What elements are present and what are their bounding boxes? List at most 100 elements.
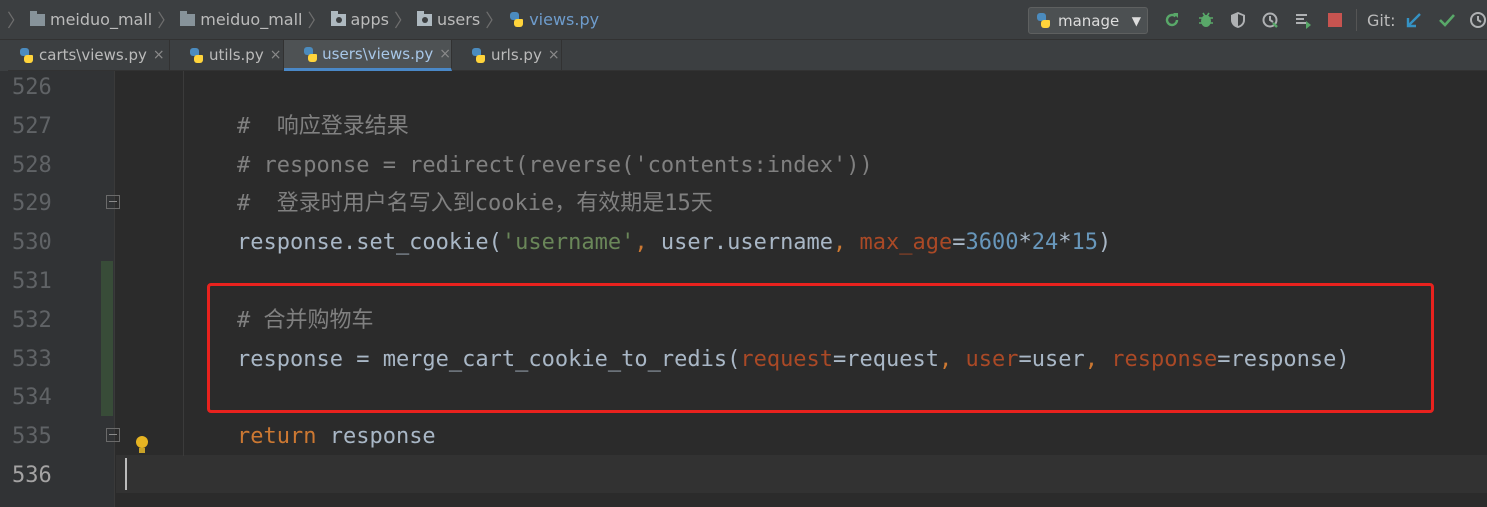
code-token: # 响应登录结果	[237, 113, 409, 139]
code-text: response.set_cookie('username', user.use…	[237, 223, 1111, 262]
concurrency-icon	[1296, 14, 1311, 29]
code-token: 3600	[965, 230, 1019, 256]
git-commit-check-icon	[1439, 14, 1455, 27]
code-line: 536	[0, 456, 1487, 495]
breadcrumb-separator: 〉	[307, 10, 326, 32]
code-text: return response	[237, 417, 436, 456]
breadcrumb-item-users[interactable]: users	[416, 10, 481, 29]
folder-icon	[180, 10, 196, 26]
code-token: max_age	[859, 230, 953, 256]
stop-button[interactable]	[1325, 10, 1345, 30]
line-number[interactable]: 530	[12, 223, 64, 262]
breadcrumb: 〉 meiduo_mall 〉 meiduo_mall 〉 apps 〉 use…	[0, 0, 599, 40]
tab-carts-views-py[interactable]: carts\views.py ×	[0, 40, 170, 70]
code-token: 'username'	[501, 230, 635, 256]
breadcrumb-label: apps	[350, 10, 389, 29]
breadcrumb-separator: 〉	[157, 10, 176, 32]
navigation-bar: 〉 meiduo_mall 〉 meiduo_mall 〉 apps 〉 use…	[0, 0, 1487, 40]
breadcrumb-label: meiduo_mall	[50, 10, 153, 29]
tab-label: users\views.py	[322, 45, 434, 63]
line-number[interactable]: 528	[12, 146, 64, 185]
folder-icon	[30, 10, 45, 26]
code-token: # response = redirect(reverse('contents:…	[237, 152, 873, 178]
breadcrumb-separator: 〉	[393, 10, 412, 32]
rerun-icon	[1165, 13, 1179, 27]
code-token: 15	[1071, 230, 1099, 256]
tab-label: carts\views.py	[39, 46, 147, 64]
breadcrumb-separator: 〉	[7, 10, 25, 32]
close-icon[interactable]: ×	[270, 47, 282, 63]
line-number[interactable]: 533	[12, 340, 64, 379]
code-text: # response = redirect(reverse('contents:…	[237, 146, 873, 185]
code-token: *	[1058, 230, 1072, 256]
breadcrumb-item-views-py[interactable]: views.py	[508, 10, 599, 29]
editor-tab-bar: carts\views.py × utils.py × users\views.…	[0, 40, 1487, 71]
code-token: *	[1018, 230, 1032, 256]
git-label: Git:	[1367, 11, 1396, 30]
run-configuration-select[interactable]: manage ▼	[1028, 7, 1148, 34]
git-update-arrow-icon	[1406, 13, 1421, 28]
code-line: 528 # response = redirect(reverse('conten…	[0, 146, 1487, 185]
profile-button[interactable]	[1260, 10, 1280, 30]
code-line: 530 response.set_cookie('username', user.…	[0, 223, 1487, 262]
debug-button[interactable]	[1196, 10, 1216, 30]
code-token: ,	[634, 230, 661, 256]
debug-bug-icon	[1199, 12, 1213, 27]
line-number[interactable]: 529	[12, 184, 64, 223]
code-token: response.set_cookie(	[237, 230, 502, 256]
coverage-shield-icon	[1231, 12, 1245, 28]
run-configuration-label: manage	[1058, 11, 1120, 30]
run-with-coverage-button[interactable]	[1228, 10, 1248, 30]
breadcrumb-label: users	[436, 10, 481, 29]
tab-urls-py[interactable]: urls.py ×	[452, 40, 562, 70]
history-clock-icon	[1470, 12, 1486, 28]
profile-icon	[1262, 12, 1278, 28]
python-file-icon	[470, 47, 486, 64]
python-file-icon	[508, 11, 524, 28]
close-icon[interactable]: ×	[153, 47, 165, 63]
toolbar-divider	[1356, 9, 1357, 31]
text-cursor	[125, 458, 127, 490]
line-number[interactable]: 531	[12, 262, 64, 301]
line-number[interactable]: 526	[12, 68, 64, 107]
line-number[interactable]: 535	[12, 417, 64, 456]
git-history-button[interactable]	[1468, 10, 1487, 30]
python-file-icon	[188, 47, 204, 64]
code-token: response	[329, 424, 436, 450]
code-line: 526	[0, 68, 1487, 107]
close-icon[interactable]: ×	[439, 46, 451, 62]
line-number[interactable]: 534	[12, 378, 64, 417]
tab-users-views-py[interactable]: users\views.py ×	[284, 40, 452, 71]
code-token: # 登录时用户名写入到cookie，有效期是15天	[237, 191, 713, 217]
rerun-button[interactable]	[1162, 10, 1182, 30]
python-file-icon	[18, 47, 34, 64]
python-icon	[1035, 12, 1053, 29]
close-icon[interactable]: ×	[548, 47, 560, 63]
stop-icon	[1328, 13, 1342, 27]
code-text: # 登录时用户名写入到cookie，有效期是15天	[237, 184, 713, 223]
code-line: 527 # 响应登录结果	[0, 107, 1487, 146]
python-file-icon	[302, 46, 317, 63]
code-token: =	[952, 230, 966, 256]
breadcrumb-label: meiduo_mall	[200, 10, 303, 29]
breadcrumb-item-meiduo-mall[interactable]: meiduo_mall	[180, 10, 303, 29]
annotation-highlight-box	[207, 283, 1434, 413]
git-update-button[interactable]	[1404, 10, 1424, 30]
breadcrumb-item-meiduo-mall-root[interactable]: meiduo_mall	[30, 10, 152, 29]
package-folder-icon	[330, 10, 346, 26]
tab-label: urls.py	[491, 46, 542, 64]
breadcrumb-item-apps[interactable]: apps	[330, 10, 389, 29]
tab-utils-py[interactable]: utils.py ×	[170, 40, 284, 70]
concurrency-diagram-button[interactable]	[1293, 10, 1313, 30]
code-token: return	[237, 424, 330, 450]
git-commit-button[interactable]	[1437, 10, 1457, 30]
line-number[interactable]: 536	[12, 456, 64, 495]
code-text: # 响应登录结果	[237, 107, 409, 146]
code-token: 24	[1031, 230, 1059, 256]
breadcrumb-separator: 〉	[485, 10, 504, 32]
code-token: )	[1098, 230, 1112, 256]
line-number[interactable]: 527	[12, 107, 64, 146]
line-number[interactable]: 532	[12, 301, 64, 340]
code-line: 529 # 登录时用户名写入到cookie，有效期是15天	[0, 184, 1487, 223]
code-token: ,	[833, 230, 860, 256]
